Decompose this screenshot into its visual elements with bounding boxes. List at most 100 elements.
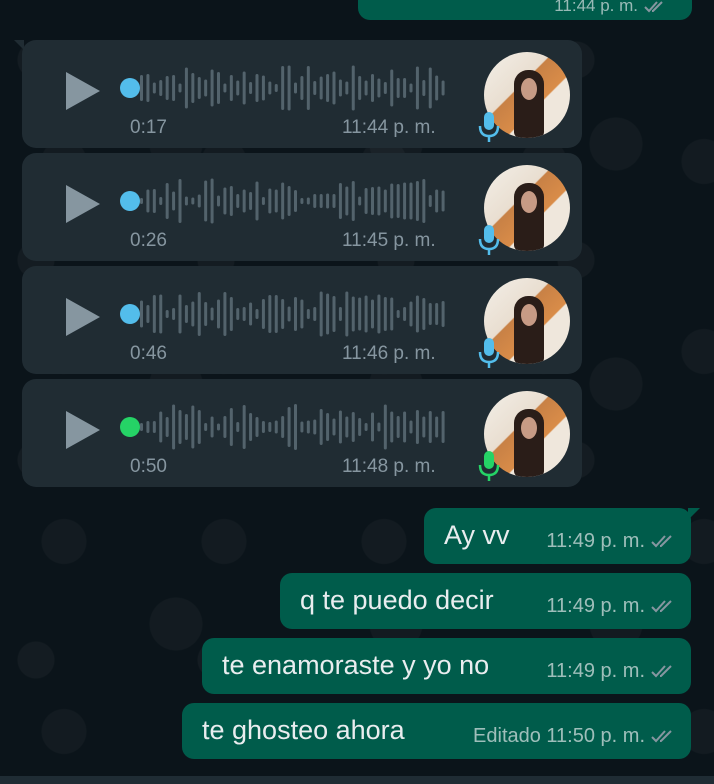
waveform-bar	[364, 295, 368, 333]
waveform-bar	[287, 407, 291, 447]
waveform-bar	[229, 75, 233, 101]
waveform-bar	[441, 190, 445, 212]
waveform-bar	[306, 197, 310, 205]
waveform-bar	[204, 423, 208, 431]
waveform-bar	[422, 298, 426, 330]
waveform-bar	[178, 294, 182, 334]
play-icon[interactable]	[66, 411, 100, 449]
unplayed-dot	[120, 417, 140, 437]
outgoing-message[interactable]: te ghosteo ahora Editado 11:50 p. m.	[182, 703, 691, 759]
waveform-bar	[146, 305, 150, 323]
waveform-bar	[300, 198, 304, 204]
waveform-bar	[204, 180, 208, 222]
voice-message[interactable]: 0:50 11:48 p. m.	[22, 379, 582, 487]
message-meta: 11:49 p. m.	[546, 595, 675, 618]
waveform-bar	[300, 299, 304, 329]
waveform-bar	[236, 80, 240, 96]
waveform-bar	[140, 300, 143, 328]
waveform-bar	[261, 197, 265, 205]
waveform-bar	[191, 301, 195, 327]
waveform-bar	[383, 404, 387, 450]
message-time: 11:48 p. m.	[342, 456, 436, 477]
waveform-bar	[249, 302, 253, 326]
waveform-bar	[197, 77, 201, 99]
waveform-bar	[345, 416, 349, 438]
waveform-bar	[172, 191, 176, 211]
waveform-bar	[403, 411, 407, 443]
waveform-bar	[268, 188, 272, 214]
waveform-bar	[274, 189, 278, 213]
waveform-bar	[229, 297, 233, 331]
voice-message[interactable]: 0:26 11:45 p. m.	[22, 153, 582, 261]
play-icon[interactable]	[66, 185, 100, 223]
waveform-bar	[415, 410, 419, 444]
outgoing-message[interactable]: Ay vv 11:49 p. m.	[424, 508, 700, 564]
waveform-bar	[396, 78, 400, 98]
waveform-bar	[441, 80, 445, 96]
outgoing-message[interactable]: q te puedo decir 11:49 p. m.	[280, 573, 691, 629]
message-time: 11:44 p. m.	[342, 117, 436, 138]
waveform-bar	[422, 80, 426, 96]
message-meta: 11:49 p. m.	[546, 660, 675, 683]
microphone-icon	[478, 451, 500, 481]
waveform[interactable]	[140, 62, 448, 114]
waveform-bar	[261, 75, 265, 101]
waveform-bar	[223, 292, 227, 336]
waveform-bar	[294, 297, 297, 331]
waveform-bar	[217, 195, 220, 207]
waveform-bar	[326, 293, 330, 335]
double-check-icon	[651, 600, 672, 613]
waveform-bar	[409, 301, 413, 327]
waveform-bar	[217, 423, 220, 431]
waveform-bar	[409, 182, 413, 220]
outgoing-message[interactable]: te enamoraste y yo no 11:49 p. m.	[202, 638, 691, 694]
waveform-bar	[140, 423, 143, 431]
waveform-bar	[403, 78, 407, 98]
waveform-bar	[242, 307, 246, 321]
waveform-bar	[351, 181, 355, 221]
waveform-bar	[403, 307, 407, 321]
waveform-bar	[338, 183, 342, 219]
waveform-bar	[146, 189, 150, 213]
play-icon[interactable]	[66, 72, 100, 110]
waveform-bar	[390, 69, 394, 107]
waveform-bar	[351, 412, 355, 442]
outgoing-message-partial[interactable]: 11:44 p. m.	[358, 0, 692, 20]
waveform-bar	[428, 67, 432, 109]
waveform-bar	[152, 82, 156, 94]
waveform-bar	[255, 309, 259, 319]
waveform-bar	[172, 308, 176, 320]
waveform-bar	[441, 411, 445, 443]
play-icon[interactable]	[66, 298, 100, 336]
waveform-bar	[165, 183, 169, 219]
waveform-bar	[377, 422, 381, 432]
waveform-bar	[210, 307, 214, 321]
waveform-bar	[223, 83, 227, 93]
waveform-bar	[210, 178, 214, 224]
waveform-bar	[287, 65, 291, 111]
waveform-bar	[274, 420, 278, 434]
waveform-bar	[165, 310, 169, 318]
waveform-bar	[146, 74, 150, 102]
waveform-bar	[319, 291, 323, 337]
waveform[interactable]	[140, 175, 448, 227]
waveform-bar	[428, 195, 432, 207]
waveform-bar	[268, 295, 272, 333]
waveform-bar	[242, 71, 246, 105]
waveform[interactable]	[140, 401, 448, 453]
waveform-bar	[300, 421, 304, 433]
waveform-bar	[422, 179, 426, 223]
waveform[interactable]	[140, 288, 448, 340]
waveform-bar	[236, 194, 240, 208]
waveform-bar	[294, 82, 297, 94]
waveform-bar	[152, 295, 156, 333]
message-time: 11:45 p. m.	[342, 230, 436, 251]
waveform-bar	[435, 189, 439, 213]
microphone-icon	[478, 112, 500, 142]
waveform-bar	[319, 409, 323, 445]
waveform-bar	[371, 412, 374, 442]
voice-message[interactable]: 0:17 11:44 p. m.	[14, 40, 582, 148]
message-meta: Editado 11:50 p. m.	[473, 725, 675, 748]
voice-message[interactable]: 0:46 11:46 p. m.	[22, 266, 582, 374]
waveform-bar	[184, 67, 188, 109]
